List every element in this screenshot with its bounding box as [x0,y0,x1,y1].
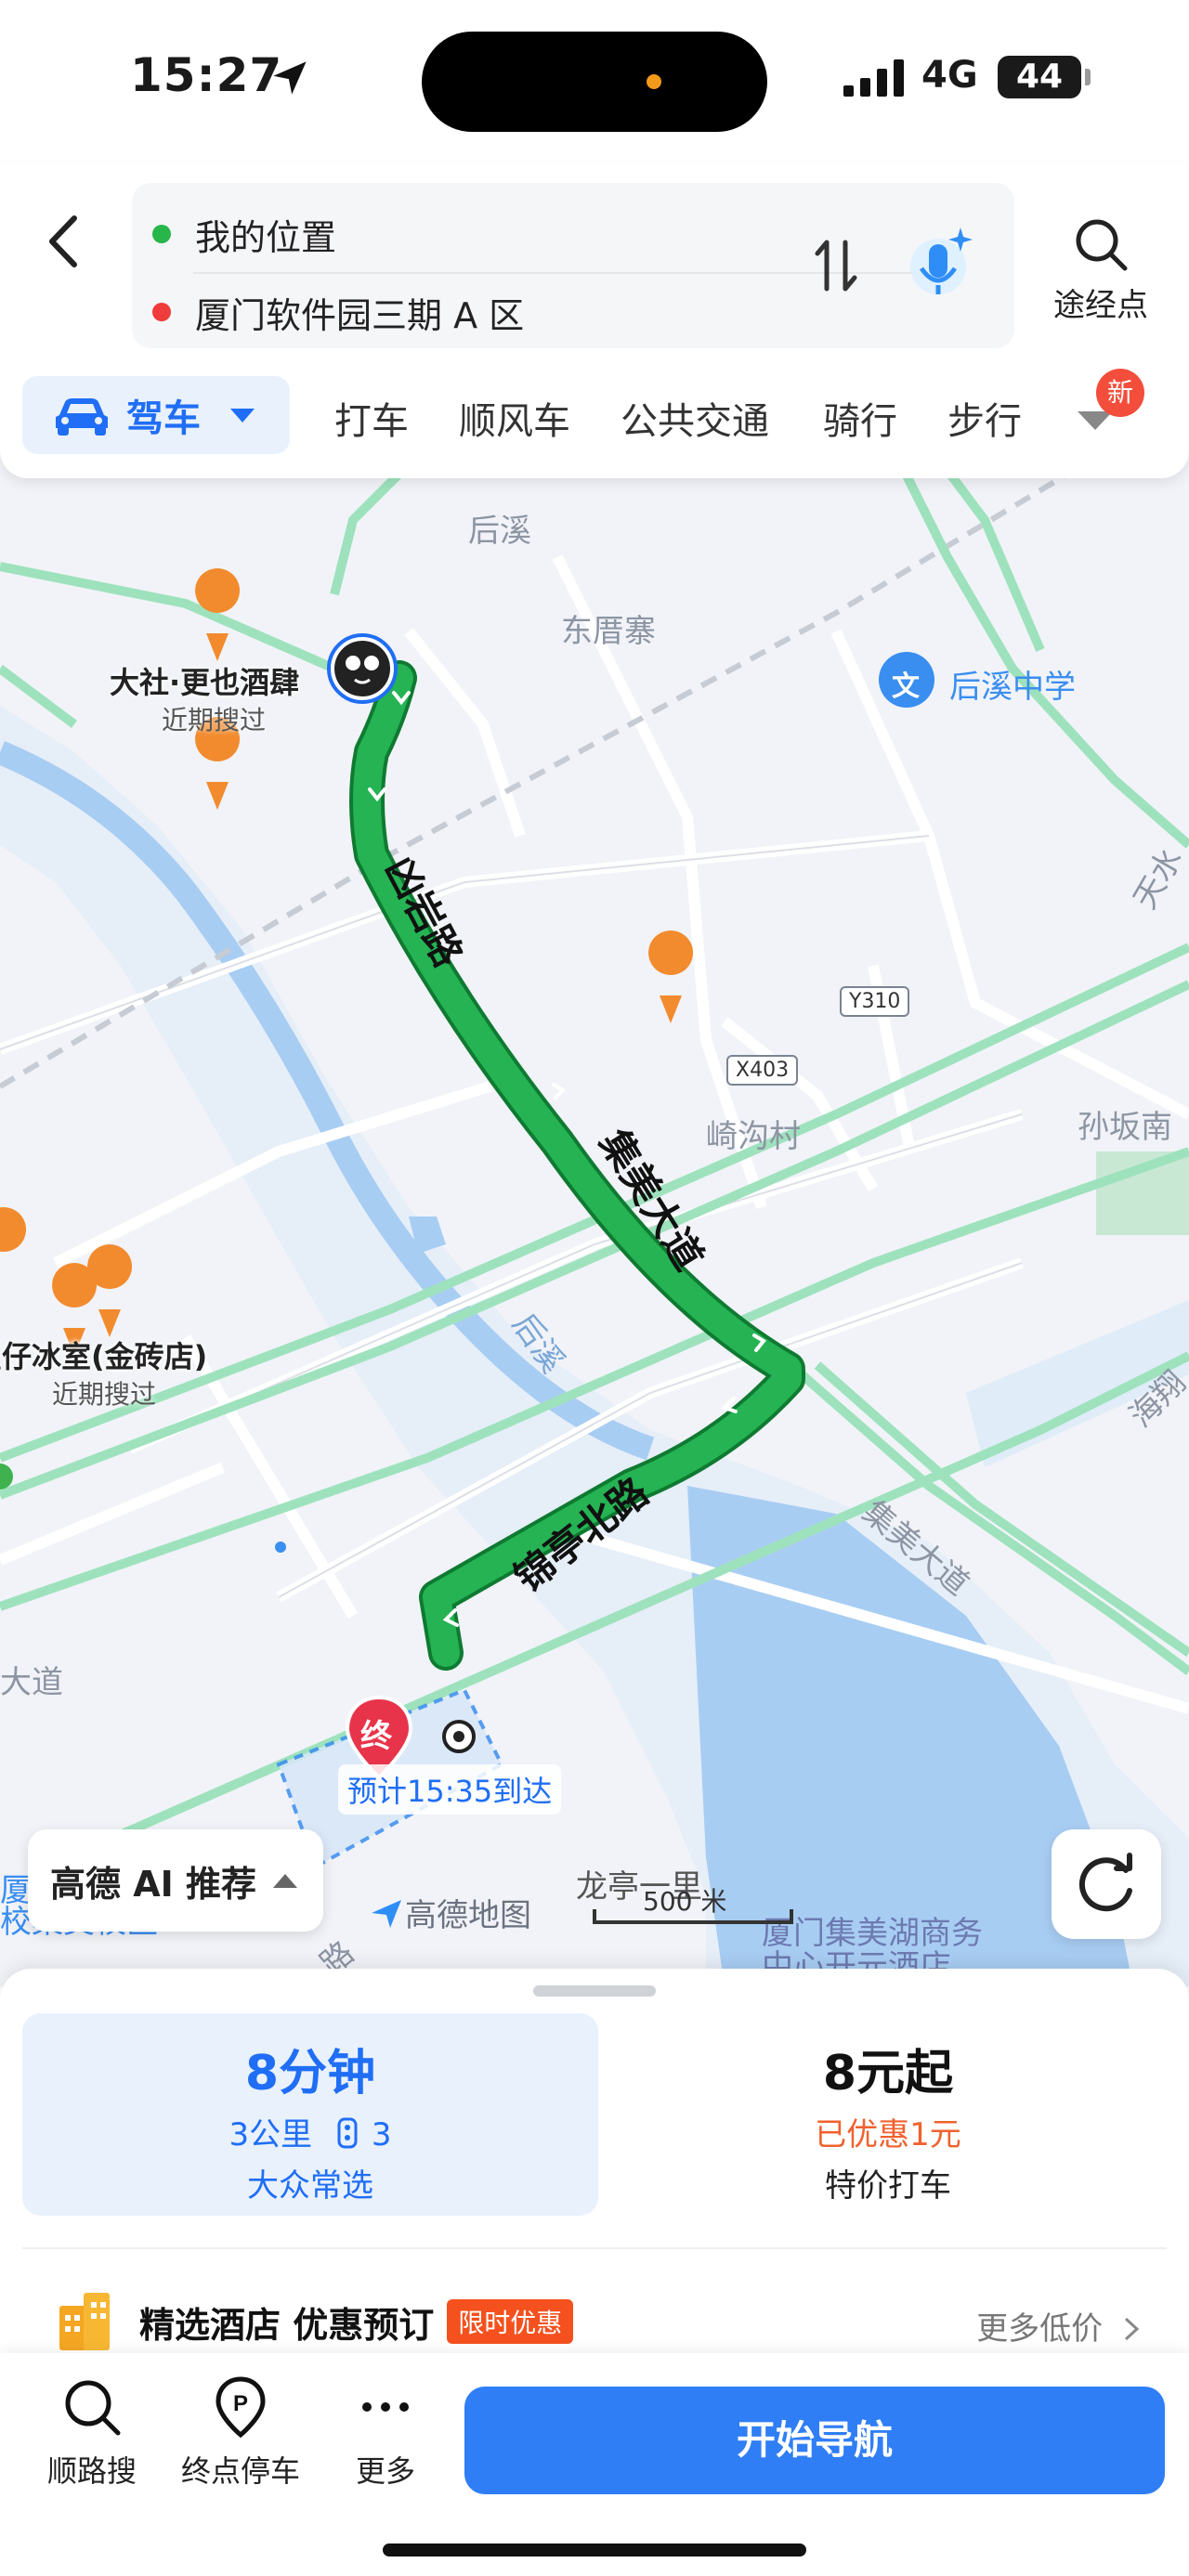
start-dot-icon [152,225,171,243]
refresh-icon [1078,1853,1132,1912]
signal-icon [843,59,904,97]
parking-button[interactable]: P 终点停车 [171,2375,310,2491]
school-icon: 文 [892,670,920,703]
poi-xingzai-sub: 近期搜过 [52,1379,157,1410]
ai-recommend-label: 高德 AI 推荐 [50,1863,257,1905]
sheet-handle[interactable] [533,1985,656,1997]
label-houxi: 后溪 [468,513,531,550]
hotel-icon [59,2293,110,2350]
poi-dashe-sub: 近期搜过 [162,705,267,735]
location-arrow-icon [273,61,307,95]
hotel-title: 精选酒店 优惠预订 [139,2304,435,2346]
refresh-button[interactable] [1052,1829,1161,1939]
label-sunbannan: 孙坂南 [1078,1109,1172,1146]
svg-text:P: P [233,2391,248,2416]
road-tag-x403: X403 [726,1055,799,1086]
hotel-promo-row[interactable]: 精选酒店 优惠预订 限时优惠 更多低价 [56,2284,1143,2359]
search-icon [65,2380,121,2436]
plan-info: 3公里 3 [22,2109,598,2154]
status-time: 15:27 [130,48,283,102]
car-icon [56,398,108,436]
divider [22,2247,1167,2249]
swap-icon[interactable] [808,224,864,307]
parking-pin-icon: P [216,2376,266,2439]
label-dongcuozhai: 东厝寨 [561,613,656,650]
plan-lights: 3 [371,2116,392,2153]
start-label: 我的位置 [195,216,337,258]
hotel-badge: 限时优惠 [447,2299,574,2344]
brand-watermark: 高德地图 [368,1890,531,1935]
bottom-toolbar: 顺路搜 P 终点停车 更多 开始导航 [0,2353,1189,2576]
status-bar: 15:27 4G 44 [0,0,1189,163]
label-qigoucun: 崎沟村 [706,1118,801,1155]
plan-distance: 3公里 [229,2116,313,2153]
label-avenue-left: 大道 [0,1664,63,1701]
poi-xingzai[interactable]: 星仔冰室(金砖店) [0,1334,207,1376]
parking-label: 终点停车 [180,2453,300,2489]
waypoint-button[interactable]: 途经点 [1040,215,1161,325]
chevron-down-icon [230,409,255,423]
search-along-button[interactable]: 顺路搜 [22,2375,162,2491]
traffic-light-icon [337,2117,358,2149]
route-input-box: 我的位置 厦门软件园三期 A 区 [132,183,1014,348]
tab-drive[interactable]: 驾车 [22,376,290,454]
map-scale: 500 米 [591,1886,795,1928]
voice-assistant-icon[interactable] [903,218,977,311]
amap-logo-icon [372,1899,401,1928]
end-dot-icon [152,303,171,321]
poi-dashe[interactable]: 大社·更也酒肆 [110,659,299,702]
tab-walk[interactable]: 步行 [947,391,1022,445]
privacy-indicator [647,74,661,89]
search-icon [1076,219,1128,271]
back-icon[interactable] [37,200,93,283]
more-dots-icon [362,2402,409,2412]
battery-tip [1085,69,1091,85]
route-header: 我的位置 厦门软件园三期 A 区 途经点 驾车 打车 顺风车 公共交通 骑行 步… [0,163,1189,478]
taxi-price: 8元起 [822,2046,954,2101]
taxi-discount: 已优惠1元 [815,2116,961,2153]
label-houxi-school: 后溪中学 [949,669,1076,706]
destination-pin-label: 终 [360,1718,392,1755]
search-along-label: 顺路搜 [46,2453,137,2489]
brand-label: 高德地图 [405,1897,531,1934]
scale-label: 500 米 [643,1886,727,1917]
home-indicator[interactable] [383,2543,806,2556]
road-tag-y310: Y310 [840,986,910,1017]
eta-label: 预计15:35到达 [338,1764,562,1815]
end-label: 厦门软件园三期 A 区 [195,294,525,336]
taxi-card[interactable]: 8元起 已优惠1元 特价打车 [609,2013,1167,2216]
tab-transit[interactable]: 公共交通 [621,391,769,445]
tab-drive-label: 驾车 [126,397,201,440]
dynamic-island [422,32,767,132]
battery-icon: 44 [998,56,1081,98]
plan-card[interactable]: 8分钟 3公里 3 大众常选 [22,2013,598,2216]
start-navigation-button[interactable]: 开始导航 [464,2387,1165,2494]
chevron-up-icon [273,1874,298,1888]
ai-recommend-button[interactable]: 高德 AI 推荐 [28,1829,323,1932]
tab-carpool[interactable]: 顺风车 [459,391,570,445]
start-location[interactable]: 我的位置 [152,202,336,267]
taxi-type: 特价打车 [825,2167,951,2205]
chevron-right-icon [1124,2317,1140,2341]
map-view[interactable]: 后溪 东厝寨 文 后溪中学 崎沟村 孙坂南 后溪 天水 海翔 集美大道 大道 龙… [0,446,1189,1987]
plan-tag: 大众常选 [247,2167,373,2205]
tab-taxi[interactable]: 打车 [334,391,409,445]
new-badge: 新 [1096,369,1144,417]
network-type: 4G [921,54,978,97]
more-label: 更多 [355,2453,415,2489]
end-location[interactable]: 厦门软件园三期 A 区 [152,280,524,345]
plan-duration: 8分钟 [244,2046,376,2101]
travel-mode-tabs: 驾车 打车 顺风车 公共交通 骑行 步行 新 [22,369,1174,454]
hotel-more-link[interactable]: 更多低价 [976,2303,1143,2348]
waypoint-label: 途经点 [1053,287,1148,324]
hotel-more-label: 更多低价 [976,2310,1104,2348]
tab-bike[interactable]: 骑行 [823,391,897,445]
more-button[interactable]: 更多 [316,2375,455,2491]
